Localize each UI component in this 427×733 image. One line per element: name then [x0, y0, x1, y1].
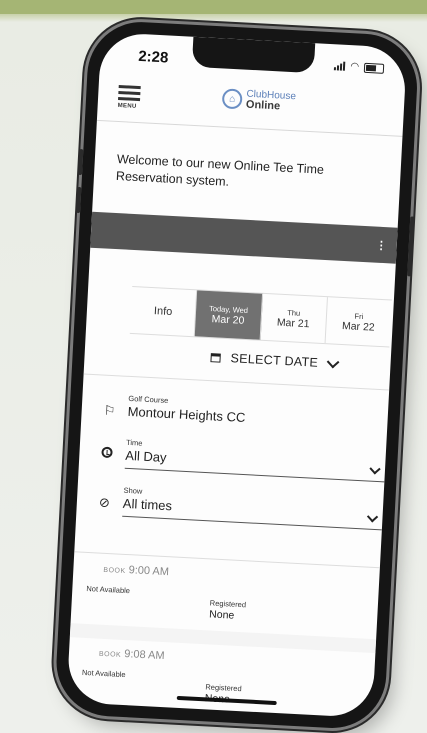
status-icons: ◠: [334, 60, 385, 74]
registered-label: Registered: [209, 598, 247, 610]
registered-label: Registered: [205, 682, 242, 694]
chevron-down-icon: [369, 463, 381, 475]
tab-thu[interactable]: Thu Mar 21: [260, 293, 328, 344]
phone-screen: 2:28 ◠ MENU ⌂ ClubHouse Online Welcome t…: [66, 31, 408, 719]
volume-down-button: [76, 186, 82, 214]
tab-today[interactable]: Today, Wed Mar 20: [194, 290, 263, 340]
availability-status: Not Available: [81, 667, 126, 680]
availability-status: Not Available: [86, 583, 131, 596]
menu-label: MENU: [117, 102, 137, 110]
volume-up-button: [78, 148, 84, 176]
golf-course-field[interactable]: ⚐ Golf Course Montour Heights CC: [103, 393, 375, 425]
banner-bar: ⋮: [90, 211, 398, 264]
menu-button[interactable]: MENU: [117, 84, 141, 110]
signal-icon: [334, 61, 346, 71]
house-icon: ⌂: [221, 88, 243, 110]
show-select[interactable]: ⊘ Show All times: [99, 485, 382, 531]
power-button: [407, 216, 415, 277]
tee-time-row: BOOK 9:00 AM Not Available Registered Non…: [74, 561, 380, 622]
tab-info[interactable]: Info: [129, 286, 198, 337]
divider: [83, 373, 390, 391]
select-date-label: SELECT DATE: [230, 351, 319, 370]
tab-fri[interactable]: Fri Mar 22: [325, 297, 392, 346]
chevron-down-icon: [326, 355, 340, 368]
phone-frame: 2:28 ◠ MENU ⌂ ClubHouse Online Welcome t…: [53, 19, 420, 731]
chevron-down-icon: [366, 511, 379, 523]
battery-icon: [363, 62, 385, 74]
date-tabs: Info Today, Wed Mar 20 Thu Mar 21 Fri Ma…: [129, 285, 392, 348]
registered-value: None: [208, 608, 235, 622]
book-button[interactable]: BOOK 9:08 AM: [99, 647, 165, 662]
more-options-icon[interactable]: ⋮: [375, 239, 387, 253]
select-date-button[interactable]: SELECT DATE: [210, 350, 340, 371]
status-time: 2:28: [137, 47, 169, 67]
book-button[interactable]: BOOK 9:00 AM: [103, 563, 169, 578]
notch: [191, 36, 316, 74]
phone-scene: 2:28 ◠ MENU ⌂ ClubHouse Online Welcome t…: [0, 0, 427, 733]
calendar-icon: [210, 352, 221, 363]
flag-icon: ⚐: [103, 402, 116, 419]
clock-icon: [101, 446, 113, 459]
time-select[interactable]: Time All Day: [101, 437, 385, 483]
eye-slash-icon: ⊘: [98, 494, 111, 511]
app-header: MENU ⌂ ClubHouse Online: [96, 69, 406, 137]
welcome-message: Welcome to our new Online Tee Time Reser…: [115, 151, 325, 189]
wifi-icon: ◠: [350, 61, 360, 73]
clubhouse-logo: ⌂ ClubHouse Online: [221, 88, 296, 112]
